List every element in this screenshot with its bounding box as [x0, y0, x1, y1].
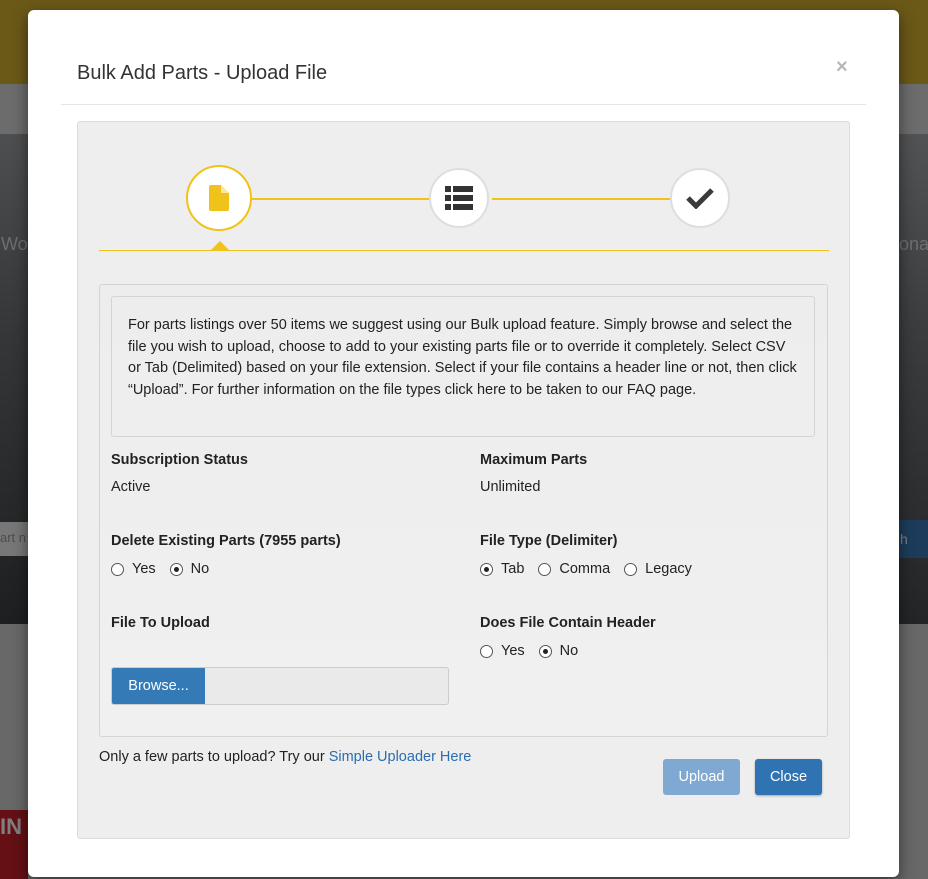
upload-form: For parts listings over 50 items we sugg…: [99, 284, 828, 737]
info-text: For parts listings over 50 items we sugg…: [111, 296, 815, 437]
browse-button[interactable]: Browse...: [112, 668, 205, 704]
footer-prompt: Only a few parts to upload? Try our: [99, 749, 329, 765]
file-type-tab-label[interactable]: Tab: [501, 561, 524, 577]
delete-existing-label: Delete Existing Parts (7955 parts): [111, 533, 341, 549]
subscription-status-label: Subscription Status: [111, 452, 248, 468]
file-type-radios: Tab Comma Legacy: [480, 561, 706, 577]
header-no-radio[interactable]: [538, 644, 552, 658]
simple-uploader-link[interactable]: Simple Uploader Here: [329, 749, 472, 765]
delete-yes-label[interactable]: Yes: [132, 561, 156, 577]
step-baseline: [99, 250, 829, 251]
delete-yes-radio[interactable]: [111, 562, 124, 576]
check-icon: [686, 188, 714, 209]
delete-no-radio[interactable]: [169, 562, 183, 576]
maximum-parts-value: Unlimited: [480, 479, 541, 495]
has-header-label: Does File Contain Header: [480, 615, 656, 631]
close-button[interactable]: Close: [755, 759, 822, 795]
file-icon: [209, 185, 229, 211]
close-icon[interactable]: ×: [836, 56, 848, 79]
bulk-upload-modal: Bulk Add Parts - Upload File × For parts…: [28, 10, 899, 877]
modal-title: Bulk Add Parts - Upload File: [77, 62, 328, 84]
has-header-radios: Yes No: [480, 643, 592, 659]
file-type-label: File Type (Delimiter): [480, 533, 618, 549]
file-type-comma-label[interactable]: Comma: [559, 561, 610, 577]
file-type-legacy-label[interactable]: Legacy: [645, 561, 692, 577]
file-to-upload-label: File To Upload: [111, 615, 210, 631]
step-connector: [252, 198, 430, 200]
list-icon: [445, 186, 473, 210]
maximum-parts-label: Maximum Parts: [480, 452, 588, 468]
footer-text: Only a few parts to upload? Try our Simp…: [99, 749, 471, 765]
modal-header: Bulk Add Parts - Upload File ×: [61, 10, 866, 105]
file-type-legacy-radio[interactable]: [624, 562, 638, 576]
upload-panel: For parts listings over 50 items we sugg…: [77, 121, 850, 839]
file-type-comma-radio[interactable]: [538, 562, 552, 576]
step-connector: [492, 198, 670, 200]
step-complete: [670, 168, 730, 228]
delete-no-label[interactable]: No: [191, 561, 210, 577]
step-upload-file: [186, 165, 252, 231]
header-no-label[interactable]: No: [560, 643, 579, 659]
header-yes-radio[interactable]: [480, 644, 493, 658]
step-review: [429, 168, 489, 228]
upload-button[interactable]: Upload: [663, 759, 740, 795]
header-yes-label[interactable]: Yes: [501, 643, 525, 659]
file-type-tab-radio[interactable]: [480, 562, 493, 576]
step-pointer: [210, 241, 230, 251]
delete-existing-radios: Yes No: [111, 561, 223, 577]
file-input[interactable]: Browse...: [111, 667, 449, 705]
subscription-status-value: Active: [111, 479, 151, 495]
